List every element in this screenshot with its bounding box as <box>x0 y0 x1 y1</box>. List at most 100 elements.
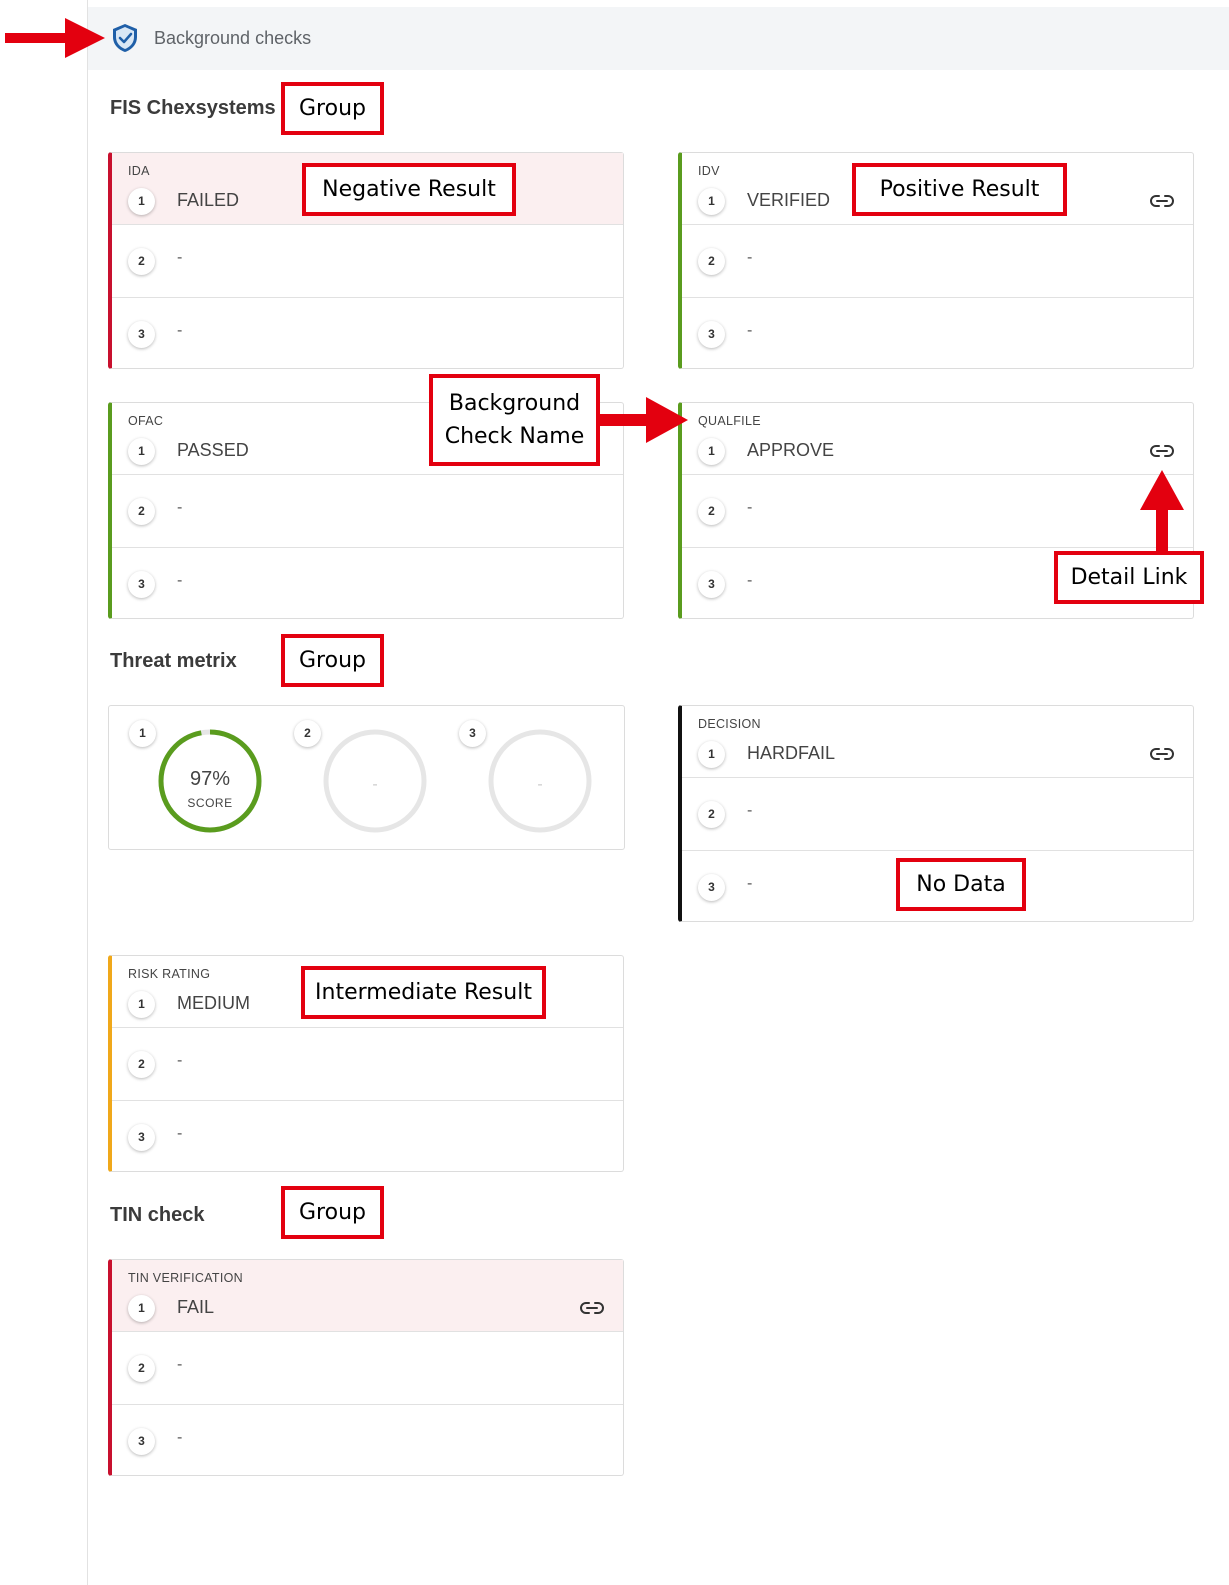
score-gauge: 3 - <box>453 720 593 840</box>
result-value: HARDFAIL <box>747 743 836 763</box>
result-index: 2 <box>128 1355 155 1382</box>
result-value: APPROVE <box>747 440 835 460</box>
result-index: 3 <box>698 321 725 348</box>
check-name: QUALFILE <box>698 414 761 428</box>
result-value: - <box>177 249 183 266</box>
arrow-right-icon <box>5 18 105 58</box>
annotation-group: Group <box>281 634 384 687</box>
group-title-tin: TIN check <box>110 1204 205 1226</box>
arrow-right-icon <box>598 397 688 443</box>
result-index: 3 <box>128 1124 155 1151</box>
result-index: 1 <box>698 741 725 768</box>
shield-check-icon <box>113 24 137 52</box>
result-value: VERIFIED <box>747 190 831 210</box>
result-index: 2 <box>128 248 155 275</box>
result-index: 1 <box>698 438 725 465</box>
threat-score-card: 1 97% SCORE 2 - 3 - <box>108 705 625 850</box>
check-name: DECISION <box>698 717 761 731</box>
result-row: 2 - <box>112 1027 623 1100</box>
result-value: - <box>747 572 753 589</box>
result-index: 1 <box>128 438 155 465</box>
result-value: - <box>177 1356 183 1373</box>
result-index: 2 <box>698 248 725 275</box>
result-value: - <box>177 1429 183 1446</box>
result-index: 3 <box>128 321 155 348</box>
link-icon[interactable] <box>578 1298 606 1318</box>
score-value: 97% <box>189 768 231 790</box>
score-index: 3 <box>459 720 486 747</box>
result-index: 2 <box>128 1051 155 1078</box>
annotation-group: Group <box>281 1186 384 1239</box>
result-index: 3 <box>128 571 155 598</box>
score-value: - <box>372 776 378 793</box>
result-row: 3 - <box>112 547 623 619</box>
annotation-negative-result: Negative Result <box>302 163 516 216</box>
result-index: 3 <box>698 874 725 901</box>
result-row: 2 - <box>112 474 623 547</box>
link-icon[interactable] <box>1148 191 1176 211</box>
annotation-background-check-name: Background Check Name <box>429 374 600 466</box>
check-name: IDA <box>128 164 150 178</box>
annotation-line: Background <box>448 391 581 416</box>
result-value: - <box>177 1125 183 1142</box>
result-row: TIN VERIFICATION 1 FAIL <box>112 1260 623 1331</box>
group-title-threat: Threat metrix <box>110 650 237 672</box>
result-value: MEDIUM <box>177 993 250 1013</box>
score-index: 2 <box>294 720 321 747</box>
result-row: 2 - <box>682 224 1193 297</box>
annotation-positive-result: Positive Result <box>852 163 1067 216</box>
result-value: - <box>747 249 753 266</box>
link-icon[interactable] <box>1148 744 1176 764</box>
result-value: FAIL <box>177 1297 215 1317</box>
result-index: 1 <box>128 1295 155 1322</box>
page-left-border <box>87 0 88 1585</box>
result-row: DECISION 1 HARDFAIL <box>682 706 1193 777</box>
check-name: TIN VERIFICATION <box>128 1271 243 1285</box>
score-gauge: 1 97% SCORE <box>123 720 263 840</box>
result-index: 3 <box>128 1428 155 1455</box>
result-value: - <box>177 1052 183 1069</box>
result-value: FAILED <box>177 190 240 210</box>
section-header[interactable]: Background checks <box>88 7 1229 70</box>
result-row: 2 - <box>112 224 623 297</box>
result-row: 2 - <box>682 474 1193 547</box>
score-gauge: 2 - <box>288 720 428 840</box>
annotation-no-data: No Data <box>896 858 1026 911</box>
annotation-detail-link: Detail Link <box>1054 551 1204 604</box>
result-index: 3 <box>698 571 725 598</box>
check-name: RISK RATING <box>128 967 211 981</box>
score-value: - <box>537 776 543 793</box>
check-name: IDV <box>698 164 720 178</box>
annotation-group: Group <box>281 82 384 135</box>
result-index: 2 <box>128 498 155 525</box>
result-value: - <box>747 875 753 892</box>
result-value: - <box>177 322 183 339</box>
result-row: 3 - <box>682 297 1193 369</box>
score-label: SCORE <box>187 796 233 810</box>
result-index: 2 <box>698 801 725 828</box>
check-name: OFAC <box>128 414 164 428</box>
section-title: Background checks <box>154 28 312 48</box>
result-value: - <box>747 499 753 516</box>
result-index: 1 <box>698 188 725 215</box>
group-title-fis: FIS Chexsystems <box>110 97 276 119</box>
result-value: - <box>747 322 753 339</box>
result-row: 3 - <box>112 297 623 369</box>
result-index: 1 <box>128 991 155 1018</box>
check-card-tin-verification: TIN VERIFICATION 1 FAIL 2 - 3 - <box>108 1259 624 1476</box>
annotation-line: Check Name <box>444 424 585 449</box>
result-value: - <box>747 802 753 819</box>
result-row: 2 - <box>112 1331 623 1404</box>
result-row: QUALFILE 1 APPROVE <box>682 403 1193 474</box>
result-index: 1 <box>128 188 155 215</box>
annotation-intermediate-result: Intermediate Result <box>301 966 546 1019</box>
score-index: 1 <box>129 720 156 747</box>
result-row: 2 - <box>682 777 1193 850</box>
result-row: 3 - <box>112 1100 623 1172</box>
result-row: 3 - <box>112 1404 623 1476</box>
result-value: - <box>177 572 183 589</box>
link-icon[interactable] <box>1148 441 1176 461</box>
arrow-up-icon <box>1140 470 1184 554</box>
result-value: - <box>177 499 183 516</box>
result-value: PASSED <box>177 440 249 460</box>
